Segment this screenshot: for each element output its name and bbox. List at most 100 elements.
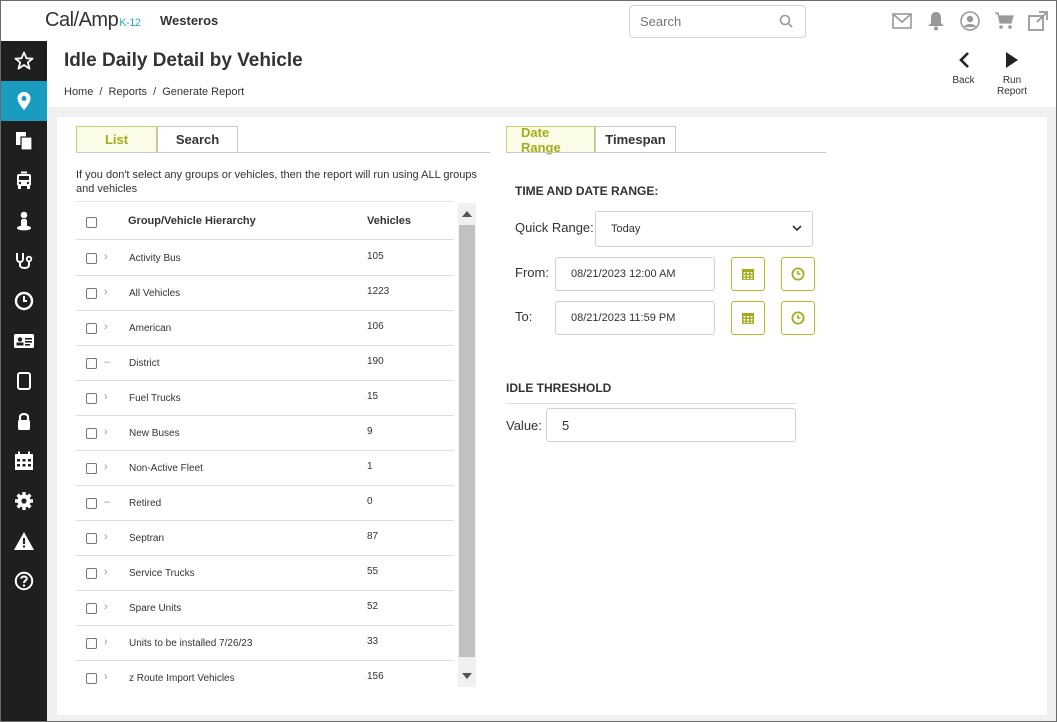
sidebar-item-settings[interactable] xyxy=(1,481,47,521)
row-expander-icon[interactable]: › xyxy=(104,531,108,543)
table-row[interactable]: › New Buses 9 xyxy=(76,416,454,451)
star-icon xyxy=(14,51,34,70)
row-vehicle-count: 9 xyxy=(367,426,373,437)
to-time-picker-button[interactable] xyxy=(781,301,815,335)
row-vehicle-count: 156 xyxy=(367,671,384,682)
from-time-picker-button[interactable] xyxy=(781,257,815,291)
table-row[interactable]: › Service Trucks 55 xyxy=(76,556,454,591)
search-input[interactable] xyxy=(630,6,770,37)
play-icon xyxy=(987,51,1037,75)
table-row[interactable]: › Activity Bus 105 xyxy=(76,241,454,276)
table-row[interactable]: › Non-Active Fleet 1 xyxy=(76,451,454,486)
row-expander-icon[interactable]: › xyxy=(104,426,108,438)
back-label: Back xyxy=(952,75,975,86)
row-checkbox[interactable] xyxy=(86,533,97,544)
row-checkbox[interactable] xyxy=(86,323,97,334)
sidebar-item-health[interactable] xyxy=(1,241,47,281)
table-row[interactable]: › Fuel Trucks 15 xyxy=(76,381,454,416)
row-checkbox[interactable] xyxy=(86,358,97,369)
sidebar-item-reports[interactable] xyxy=(1,121,47,161)
breadcrumb-home[interactable]: Home xyxy=(64,86,93,98)
sidebar-item-ids[interactable] xyxy=(1,321,47,361)
column-header-vehicles[interactable]: Vehicles xyxy=(367,215,411,227)
sidebar-item-history[interactable] xyxy=(1,281,47,321)
scroll-down-arrow[interactable] xyxy=(462,673,472,679)
table-row[interactable]: – District 190 xyxy=(76,346,454,381)
breadcrumb-separator: / xyxy=(99,86,103,98)
tab-date-range[interactable]: Date Range xyxy=(506,125,595,155)
bell-icon[interactable] xyxy=(919,9,953,33)
table-scrollbar[interactable] xyxy=(458,203,476,687)
sidebar-item-drivers[interactable] xyxy=(1,201,47,241)
calamp-logo[interactable]: Cal/AmpK-12 xyxy=(45,9,141,32)
to-datetime-input[interactable]: 08/21/2023 11:59 PM xyxy=(555,301,715,335)
row-expander-icon[interactable]: › xyxy=(104,286,108,298)
sidebar-item-map[interactable] xyxy=(1,81,47,121)
tab-search[interactable]: Search xyxy=(157,126,238,152)
from-datetime-input[interactable]: 08/21/2023 12:00 AM xyxy=(555,257,715,291)
row-checkbox[interactable] xyxy=(86,428,97,439)
top-icons xyxy=(885,9,1055,33)
sidebar-item-help[interactable] xyxy=(1,561,47,601)
search-box[interactable] xyxy=(629,5,806,38)
table-row[interactable]: › All Vehicles 1223 xyxy=(76,276,454,311)
sidebar-item-calendar[interactable] xyxy=(1,441,47,481)
row-checkbox[interactable] xyxy=(86,498,97,509)
row-expander-icon[interactable]: › xyxy=(104,566,108,578)
sidebar xyxy=(1,41,47,721)
user-circle-icon[interactable] xyxy=(953,9,987,33)
tab-timespan[interactable]: Timespan xyxy=(595,126,676,152)
idle-value-input[interactable]: 5 xyxy=(546,408,796,442)
table-row[interactable]: › American 106 xyxy=(76,311,454,346)
to-date-picker-button[interactable] xyxy=(731,301,765,335)
scroll-up-arrow[interactable] xyxy=(462,211,472,217)
sidebar-item-fleet[interactable] xyxy=(1,161,47,201)
mail-icon[interactable] xyxy=(885,9,919,33)
org-name[interactable]: Westeros xyxy=(160,13,218,28)
sidebar-item-alerts[interactable] xyxy=(1,521,47,561)
sidebar-item-devices[interactable] xyxy=(1,361,47,401)
stethoscope-icon xyxy=(16,253,33,269)
back-button[interactable]: Back xyxy=(951,51,976,86)
select-all-checkbox[interactable] xyxy=(86,217,97,228)
tab-list[interactable]: List xyxy=(76,126,157,152)
search-icon[interactable] xyxy=(779,14,793,33)
table-row[interactable]: › Septran 87 xyxy=(76,521,454,556)
external-link-icon[interactable] xyxy=(1021,9,1055,33)
column-header-group[interactable]: Group/Vehicle Hierarchy xyxy=(128,215,256,227)
row-expander-icon[interactable]: › xyxy=(104,321,108,333)
quick-range-select[interactable]: Today xyxy=(595,211,813,247)
table-row[interactable]: › Spare Units 52 xyxy=(76,591,454,626)
scroll-thumb[interactable] xyxy=(459,225,475,657)
row-checkbox[interactable] xyxy=(86,568,97,579)
idle-value-label: Value: xyxy=(506,418,542,433)
chevron-down-icon xyxy=(792,223,802,235)
run-report-button[interactable]: Run Report xyxy=(987,51,1037,97)
table-row[interactable]: › Units to be installed 7/26/23 33 xyxy=(76,626,454,661)
row-expander-icon[interactable]: › xyxy=(104,251,108,263)
row-expander-icon[interactable]: – xyxy=(104,496,110,508)
row-checkbox[interactable] xyxy=(86,253,97,264)
row-group-name: z Route Import Vehicles xyxy=(129,673,235,684)
row-expander-icon[interactable]: › xyxy=(104,461,108,473)
row-expander-icon[interactable]: › xyxy=(104,601,108,613)
row-expander-icon[interactable]: › xyxy=(104,391,108,403)
row-expander-icon[interactable]: – xyxy=(104,356,110,368)
table-row[interactable]: – Retired 0 xyxy=(76,486,454,521)
row-checkbox[interactable] xyxy=(86,603,97,614)
row-checkbox[interactable] xyxy=(86,638,97,649)
breadcrumb-reports[interactable]: Reports xyxy=(109,86,148,98)
row-checkbox[interactable] xyxy=(86,393,97,404)
row-expander-icon[interactable]: › xyxy=(104,636,108,648)
table-row[interactable]: › z Route Import Vehicles 156 xyxy=(76,661,454,687)
row-expander-icon[interactable]: › xyxy=(104,671,108,683)
row-checkbox[interactable] xyxy=(86,673,97,684)
cart-icon[interactable] xyxy=(987,9,1021,33)
date-range-title: TIME AND DATE RANGE: xyxy=(515,184,659,198)
row-checkbox[interactable] xyxy=(86,463,97,474)
row-checkbox[interactable] xyxy=(86,288,97,299)
clock-icon xyxy=(791,267,805,281)
sidebar-item-security[interactable] xyxy=(1,401,47,441)
from-date-picker-button[interactable] xyxy=(731,257,765,291)
sidebar-item-favorites[interactable] xyxy=(1,41,47,81)
